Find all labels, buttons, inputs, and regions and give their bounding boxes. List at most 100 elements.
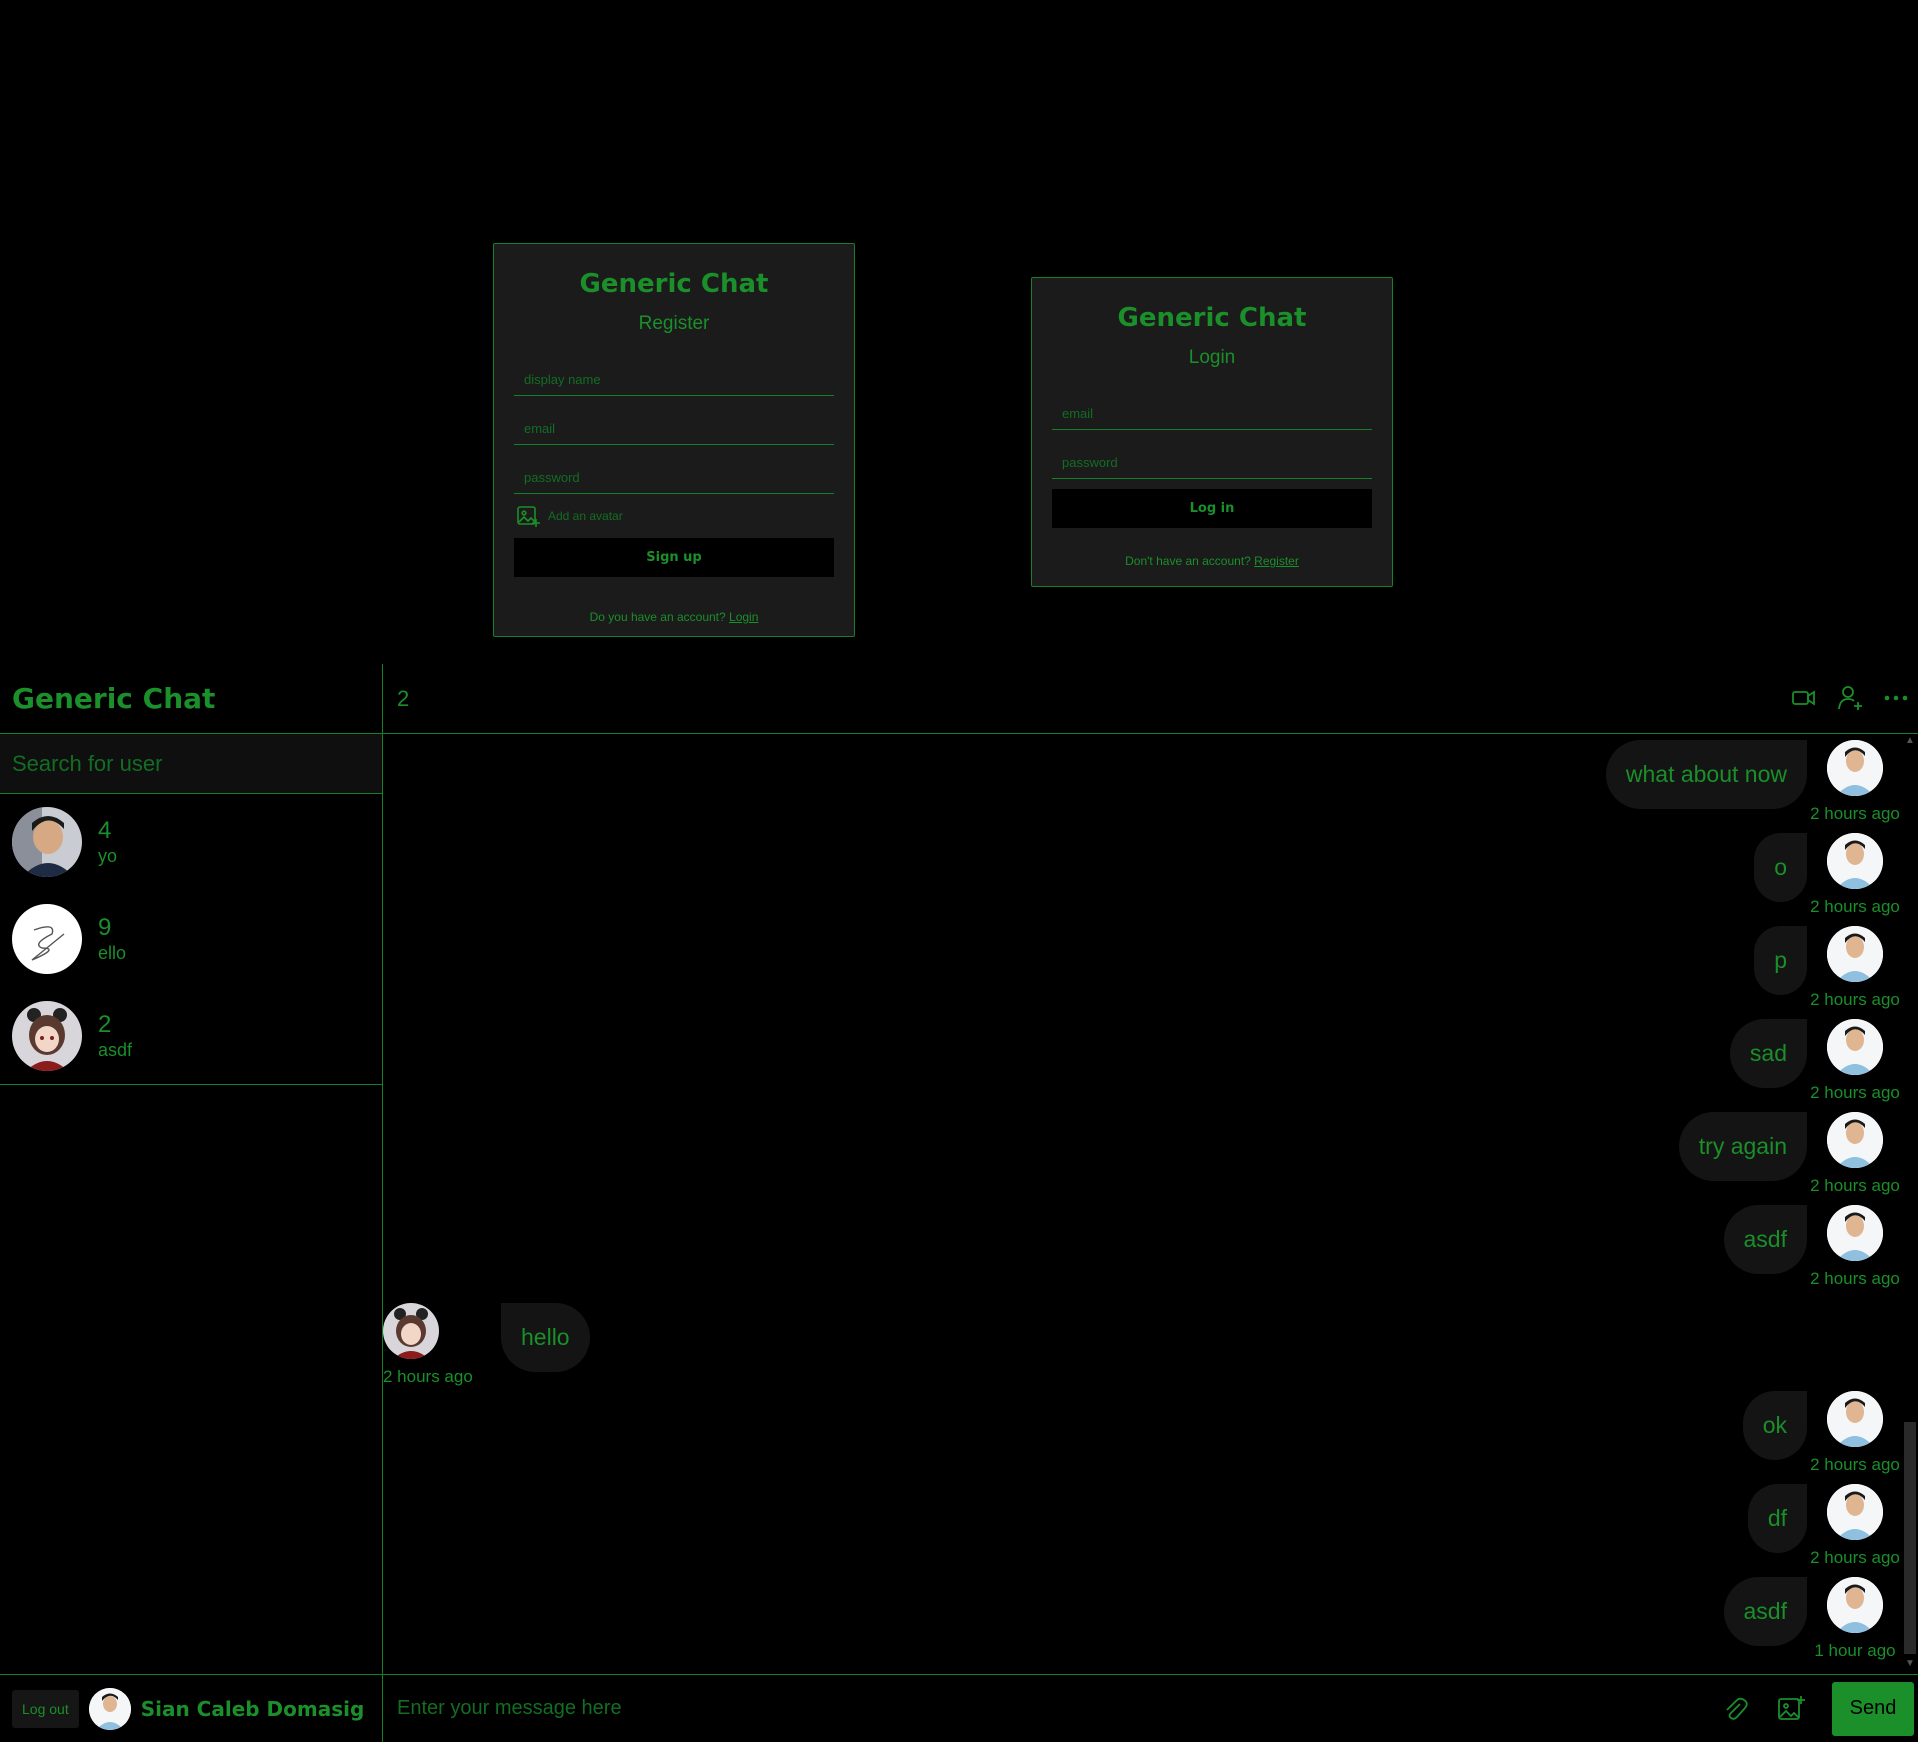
avatar	[88, 1687, 131, 1730]
chat-list-item[interactable]: 4 yo	[0, 794, 382, 890]
register-footer-text: Do you have an account?	[589, 610, 730, 624]
chat-list-text: 4 yo	[98, 817, 117, 867]
avatar	[1827, 740, 1883, 796]
avatar	[1827, 1205, 1883, 1261]
message-time: 2 hours ago	[1810, 1548, 1900, 1567]
login-footer: Don't have an account? Register	[1052, 554, 1372, 568]
message-input[interactable]	[383, 1678, 1720, 1739]
add-avatar-button[interactable]: Add an avatar	[514, 494, 834, 538]
message-bubble: sad	[1729, 1019, 1807, 1088]
message-bubble: df	[1747, 1484, 1807, 1553]
message-time: 2 hours ago	[1810, 897, 1900, 916]
message-outgoing: o 2 hours ago	[1754, 833, 1903, 917]
message-time: 1 hour ago	[1814, 1641, 1896, 1660]
register-email-field[interactable]	[514, 396, 834, 445]
register-subtitle: Register	[638, 313, 710, 334]
chat-list-last-message: asdf	[98, 1039, 133, 1060]
chat-list-last-message: yo	[98, 846, 118, 866]
avatar	[1827, 1577, 1883, 1633]
message-bubble: o	[1754, 833, 1807, 902]
avatar	[383, 1303, 439, 1359]
scroll-up-icon[interactable]: ▲	[1904, 735, 1916, 747]
image-add-icon	[517, 506, 540, 527]
display-name-field[interactable]	[514, 347, 834, 396]
register-card: Generic Chat Register Add an avatar Sign…	[493, 243, 855, 637]
current-user-name: Sian Caleb Domasig	[140, 1696, 365, 1721]
signup-button[interactable]: Sign up	[514, 538, 834, 577]
chat-list-last-message: ello	[98, 942, 127, 963]
message-bubble: p	[1754, 926, 1807, 995]
chat-list-name: 4	[98, 817, 112, 844]
chat-list-name: 9	[98, 913, 112, 941]
video-icon[interactable]	[1790, 684, 1818, 712]
message-bubble: what about now	[1605, 740, 1807, 809]
image-add-icon[interactable]	[1776, 1694, 1806, 1724]
scroll-thumb[interactable]	[1904, 1422, 1916, 1654]
chat-list-item[interactable]: 9 ello	[0, 890, 382, 987]
message-time: 2 hours ago	[1810, 990, 1900, 1009]
chat-actions	[1790, 684, 1910, 712]
chat-panel: 2 what about now 2 hours ago o 2 hours a…	[383, 664, 1918, 1742]
chat-list: 4 yo 9 ello 2 asdf	[0, 794, 382, 1085]
avatar	[1827, 833, 1883, 889]
scribble-avatar	[12, 903, 82, 974]
message-time: 2 hours ago	[1810, 1269, 1900, 1288]
message-bubble: ok	[1742, 1391, 1807, 1460]
message-bubble: asdf	[1723, 1205, 1807, 1274]
chat-list-text: 9 ello	[98, 914, 126, 964]
message-outgoing: p 2 hours ago	[1754, 926, 1903, 1010]
add-user-icon[interactable]	[1836, 684, 1864, 712]
sidebar: Generic Chat 4 yo	[0, 664, 383, 1742]
message-outgoing: ok 2 hours ago	[1742, 1391, 1903, 1475]
chat-list-item[interactable]: 2 asdf	[0, 987, 382, 1084]
message-time: 2 hours ago	[1810, 804, 1900, 823]
chat-list-text: 2 asdf	[98, 1011, 132, 1061]
chat-title: 2	[397, 685, 410, 711]
login-button[interactable]: Log in	[1052, 489, 1372, 528]
login-password-field[interactable]	[1052, 430, 1372, 479]
avatar	[1827, 1391, 1883, 1447]
message-time: 2 hours ago	[383, 1367, 473, 1386]
register-title: Generic Chat	[579, 269, 769, 299]
message-outgoing: df 2 hours ago	[1747, 1484, 1903, 1568]
login-subtitle: Login	[1188, 347, 1236, 368]
more-icon[interactable]	[1882, 684, 1910, 712]
current-user-bar: Log out Sian Caleb Domasig	[0, 1674, 383, 1742]
register-link[interactable]: Register	[1254, 554, 1299, 568]
login-footer-text: Don't have an account?	[1125, 554, 1255, 568]
chat-header: 2	[383, 664, 1918, 734]
message-time: 2 hours ago	[1810, 1083, 1900, 1102]
add-avatar-label: Add an avatar	[548, 509, 623, 523]
message-outgoing: what about now 2 hours ago	[1605, 740, 1903, 824]
chat-app: Generic Chat 4 yo	[0, 664, 1918, 1742]
message-time: 2 hours ago	[1810, 1176, 1900, 1195]
message-outgoing: asdf 1 hour ago	[1723, 1577, 1903, 1661]
attachment-icon[interactable]	[1720, 1694, 1750, 1724]
message-outgoing: sad 2 hours ago	[1729, 1019, 1903, 1103]
login-card: Generic Chat Login Log in Don't have an …	[1031, 277, 1393, 587]
message-bubble: hello	[501, 1303, 590, 1372]
anime-avatar	[12, 1000, 82, 1071]
avatar	[1827, 1484, 1883, 1540]
search-input[interactable]	[0, 734, 382, 794]
message-outgoing: asdf 2 hours ago	[1723, 1205, 1903, 1289]
register-password-field[interactable]	[514, 445, 834, 494]
login-title: Generic Chat	[1117, 303, 1307, 333]
photo-avatar	[12, 807, 82, 877]
logout-button[interactable]: Log out	[12, 1689, 79, 1728]
login-link[interactable]: Login	[729, 610, 758, 624]
message-composer: Send	[383, 1674, 1918, 1742]
avatar	[1827, 1112, 1883, 1168]
register-footer: Do you have an account? Login	[514, 610, 834, 624]
scroll-down-icon[interactable]: ▼	[1904, 1658, 1916, 1670]
login-email-field[interactable]	[1052, 381, 1372, 430]
avatar	[1827, 1019, 1883, 1075]
chat-list-name: 2	[98, 1010, 112, 1038]
app-logo: Generic Chat	[0, 664, 382, 734]
avatar	[1827, 926, 1883, 982]
message-bubble: asdf	[1723, 1577, 1807, 1646]
message-scrollbar[interactable]: ▲ ▼	[1903, 735, 1918, 1670]
message-time: 2 hours ago	[1810, 1455, 1900, 1474]
send-button[interactable]: Send	[1832, 1681, 1914, 1736]
message-incoming: 2 hours ago hello	[383, 1303, 590, 1387]
